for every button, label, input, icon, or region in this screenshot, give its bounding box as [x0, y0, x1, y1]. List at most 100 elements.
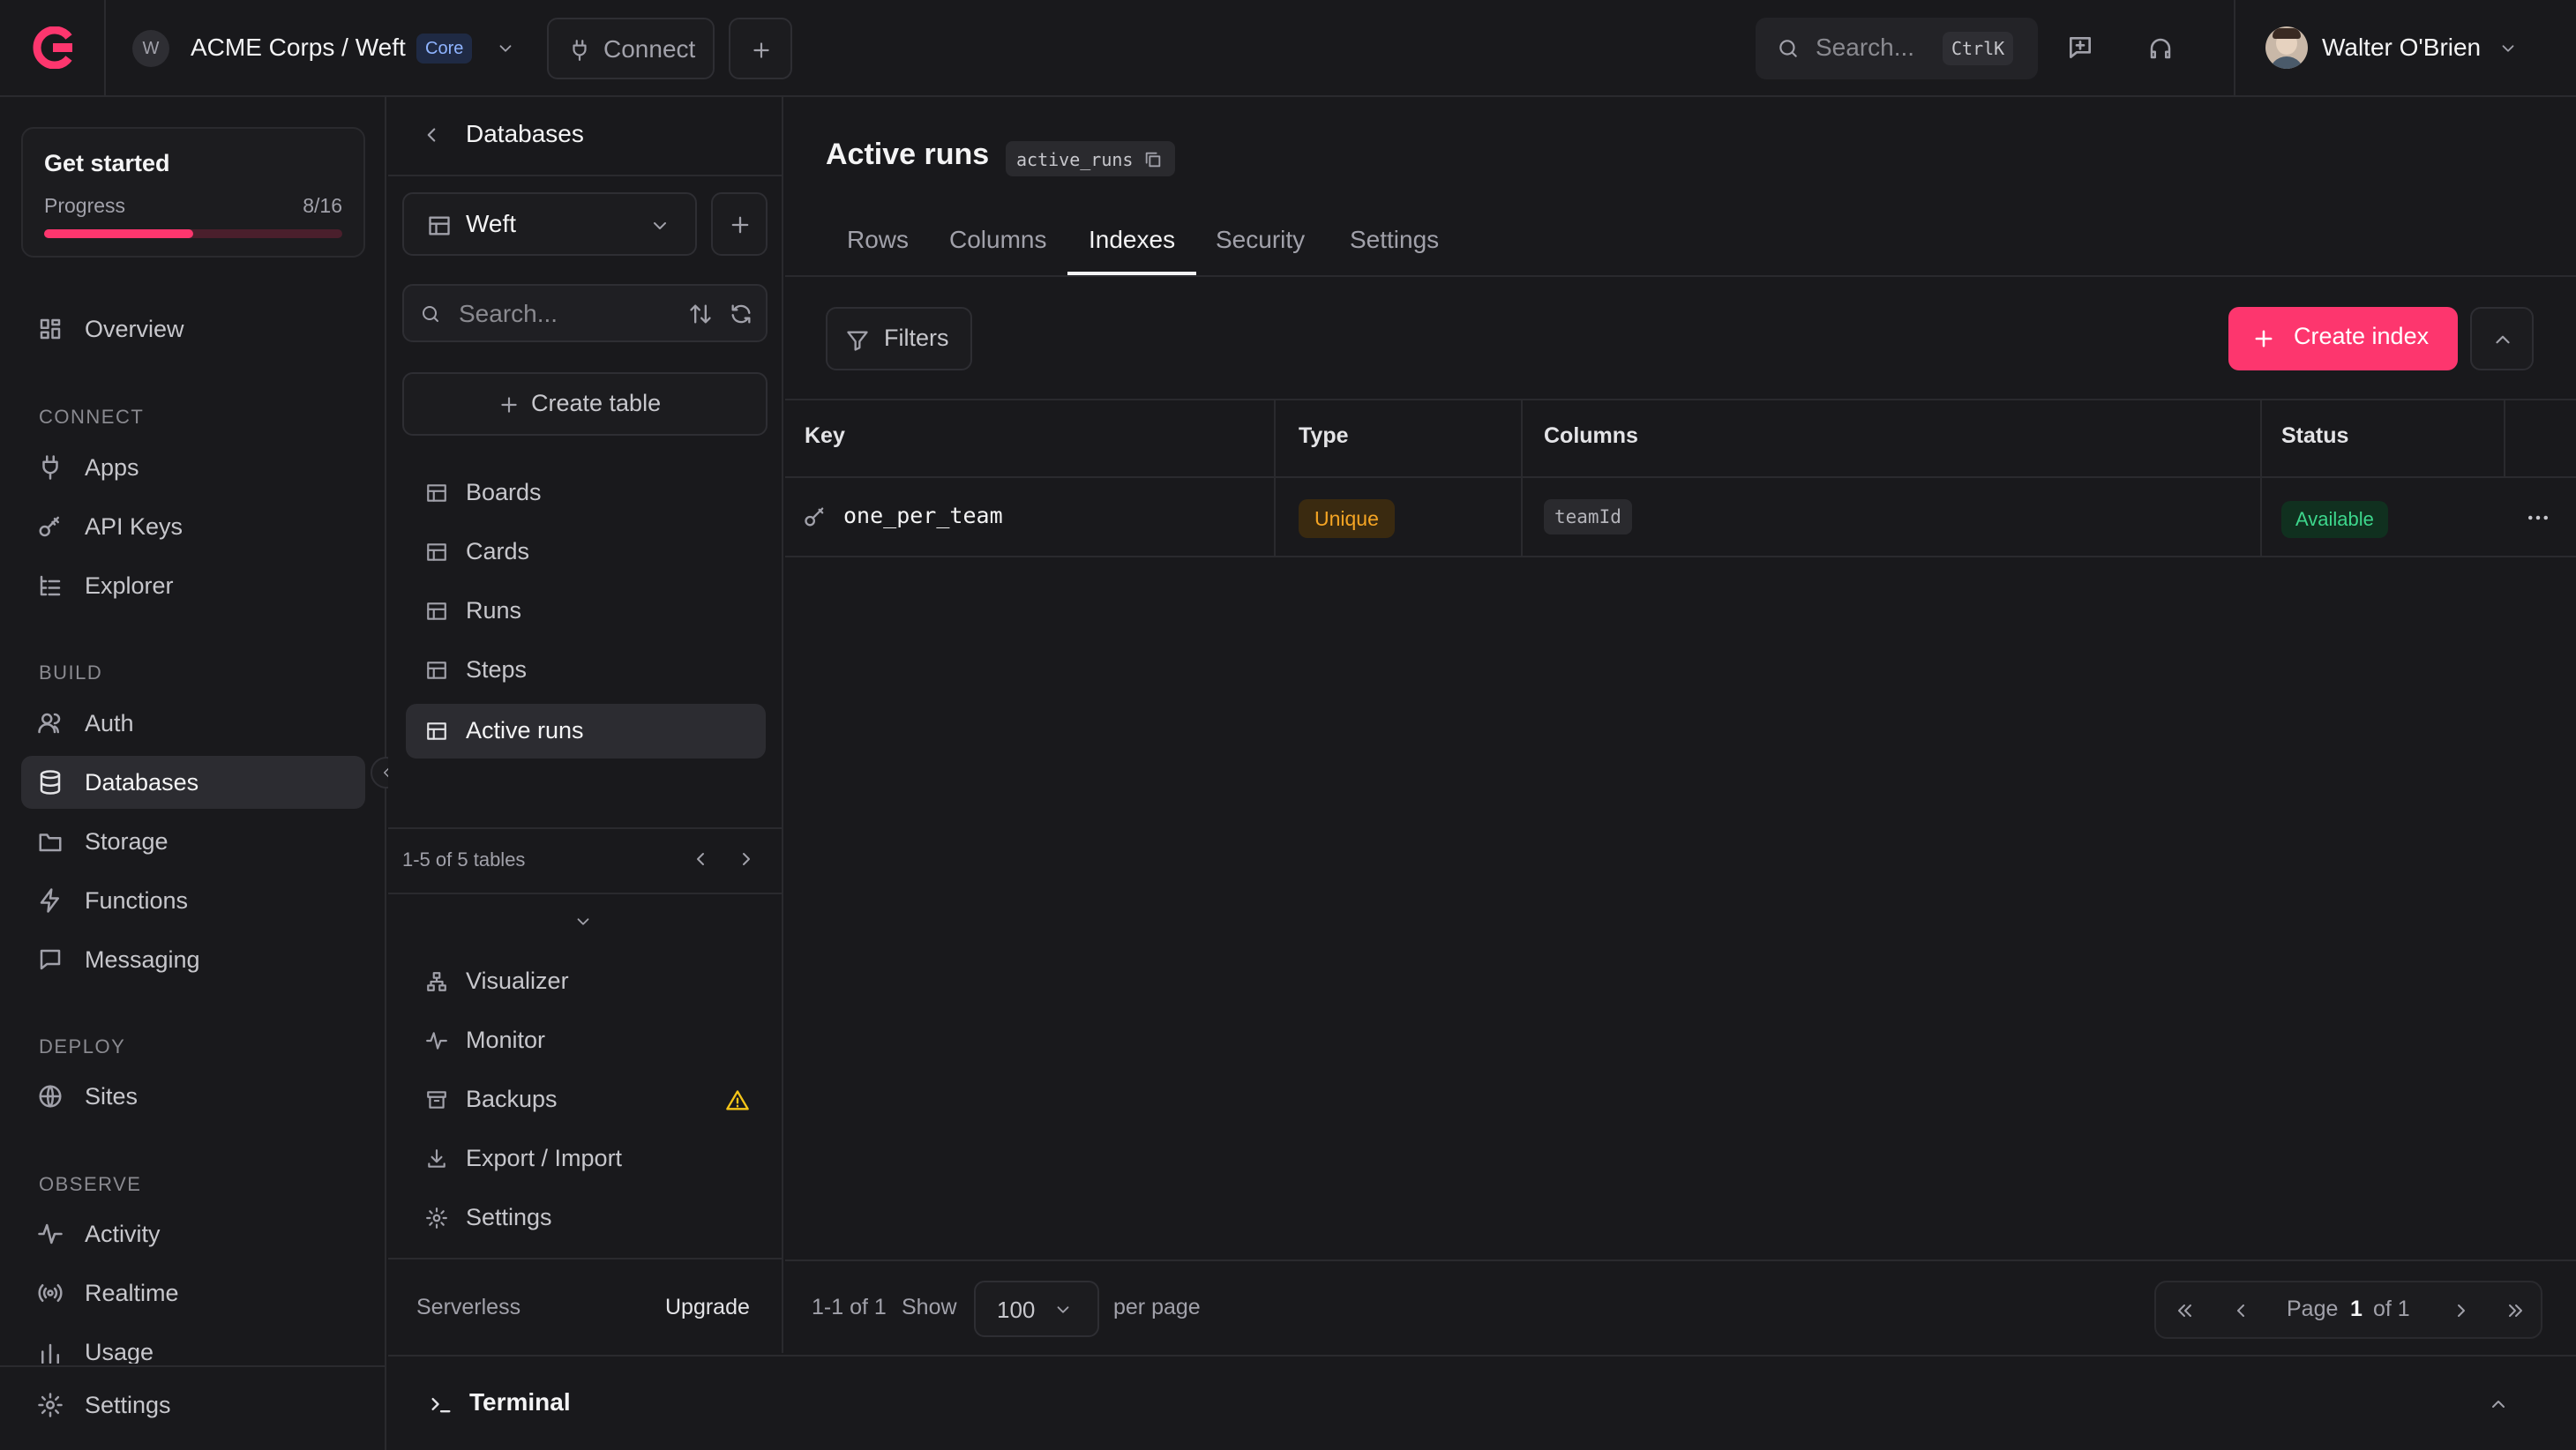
tab-indexes[interactable]: Indexes	[1089, 226, 1175, 254]
bolt-icon	[37, 887, 64, 914]
sidebar-item-functions[interactable]: Functions	[21, 874, 365, 927]
sidebar-item-explorer[interactable]: Explorer	[21, 559, 365, 612]
sidebar: Get started Progress 8/16 Overview CONNE…	[0, 97, 386, 1450]
plug-icon	[37, 454, 64, 481]
table-icon	[425, 659, 448, 682]
chevron-up-icon[interactable]	[2488, 1394, 2509, 1415]
column-header-status[interactable]: Status	[2281, 423, 2348, 449]
terminal-bar[interactable]: Terminal	[388, 1355, 2576, 1450]
add-button[interactable]	[729, 18, 792, 79]
tool-visualizer[interactable]: Visualizer	[406, 954, 766, 1009]
search-icon	[420, 303, 441, 325]
activity-icon	[37, 1221, 64, 1247]
column-header-type[interactable]: Type	[1299, 423, 1349, 449]
sidebar-item-storage[interactable]: Storage	[21, 815, 365, 868]
sort-icon[interactable]	[688, 302, 713, 326]
folder-icon	[37, 828, 64, 855]
table-item-runs[interactable]: Runs	[406, 584, 766, 639]
database-selector[interactable]: Weft	[402, 192, 697, 256]
table-row[interactable]: one_per_team Unique teamId Available	[785, 478, 2576, 556]
progress-bar	[44, 229, 342, 238]
tool-export-import[interactable]: Export / Import	[406, 1132, 766, 1186]
headset-icon[interactable]	[2147, 35, 2174, 62]
chevron-down-icon	[1053, 1300, 1073, 1319]
add-database-button[interactable]	[711, 192, 768, 256]
back-chevron-icon[interactable]	[420, 123, 443, 146]
feedback-icon[interactable]	[2066, 34, 2094, 62]
globe-icon	[37, 1083, 64, 1110]
gear-icon	[37, 1392, 64, 1418]
tab-columns[interactable]: Columns	[949, 226, 1046, 254]
table-icon	[427, 213, 452, 238]
plus-icon	[728, 213, 753, 237]
key-icon	[37, 513, 64, 540]
column-header-key[interactable]: Key	[805, 423, 845, 449]
chevron-down-icon	[2498, 39, 2518, 58]
filters-button[interactable]: Filters	[826, 307, 972, 370]
chevron-right-icon[interactable]	[736, 848, 757, 870]
column-chip: teamId	[1544, 499, 1632, 534]
global-search[interactable]: Search... CtrlK	[1756, 18, 2038, 79]
upgrade-link[interactable]: Upgrade	[665, 1295, 750, 1320]
tables-pagination: 1-5 of 5 tables	[402, 848, 526, 871]
tool-backups[interactable]: Backups	[406, 1073, 766, 1127]
tab-security[interactable]: Security	[1216, 226, 1305, 254]
status-badge: Available	[2281, 501, 2388, 538]
tool-monitor[interactable]: Monitor	[406, 1013, 766, 1068]
tab-settings[interactable]: Settings	[1350, 226, 1439, 254]
page-title: Active runs	[826, 138, 990, 171]
sidebar-item-sites[interactable]: Sites	[21, 1070, 365, 1123]
tab-rows[interactable]: Rows	[847, 226, 909, 254]
more-options-icon[interactable]	[2525, 505, 2551, 531]
first-page-icon[interactable]	[2174, 1300, 2195, 1321]
sidebar-item-realtime[interactable]: Realtime	[21, 1267, 365, 1319]
refresh-icon[interactable]	[729, 302, 753, 326]
tool-settings[interactable]: Settings	[406, 1191, 766, 1245]
create-table-button[interactable]: Create table	[402, 372, 768, 436]
chevron-left-icon[interactable]	[690, 848, 711, 870]
app-logo-icon[interactable]	[30, 26, 76, 69]
next-page-icon[interactable]	[2451, 1300, 2472, 1321]
sidebar-item-activity[interactable]: Activity	[21, 1207, 365, 1260]
table-search[interactable]: Search...	[402, 284, 768, 342]
list-tree-icon	[37, 572, 64, 599]
per-page-select[interactable]: 100	[974, 1281, 1099, 1337]
bar-chart-icon	[37, 1341, 64, 1364]
last-page-icon[interactable]	[2505, 1300, 2527, 1321]
table-icon	[425, 541, 448, 564]
copy-icon[interactable]	[1143, 150, 1163, 169]
terminal-icon	[429, 1392, 453, 1416]
project-selector[interactable]: W ACME Corps / Weft Core	[132, 26, 520, 71]
table-icon	[425, 482, 448, 505]
search-icon	[1777, 37, 1800, 60]
terminal-label: Terminal	[469, 1388, 571, 1416]
sidebar-item-databases[interactable]: Databases	[21, 756, 365, 809]
sidebar-item-apps[interactable]: Apps	[21, 441, 365, 494]
warning-icon	[725, 1088, 750, 1113]
create-index-button[interactable]: Create index	[2228, 307, 2458, 370]
chevron-down-icon[interactable]	[573, 912, 593, 931]
progress-fill	[44, 229, 193, 238]
table-item-boards[interactable]: Boards	[406, 466, 766, 520]
sidebar-item-api-keys[interactable]: API Keys	[21, 500, 365, 553]
archive-icon	[425, 1088, 448, 1111]
plan-badge: Core	[416, 34, 473, 64]
prev-page-icon[interactable]	[2230, 1300, 2251, 1321]
table-id-badge[interactable]: active_runs	[1006, 141, 1175, 176]
sidebar-item-usage[interactable]: Usage	[21, 1328, 365, 1364]
sidebar-item-messaging[interactable]: Messaging	[21, 933, 365, 986]
table-item-cards[interactable]: Cards	[406, 525, 766, 579]
sidebar-item-auth[interactable]: Auth	[21, 697, 365, 750]
get-started-card[interactable]: Get started Progress 8/16	[21, 127, 365, 258]
table-item-active-runs[interactable]: Active runs	[406, 704, 766, 759]
search-input[interactable]: Search...	[459, 300, 558, 328]
results-range: 1-1 of 1	[812, 1295, 887, 1319]
table-item-steps[interactable]: Steps	[406, 643, 766, 698]
user-menu[interactable]: Walter O'Brien	[2265, 25, 2530, 72]
connect-button[interactable]: Connect	[547, 18, 715, 79]
column-header-columns[interactable]: Columns	[1544, 423, 1638, 449]
current-page: 1	[2350, 1297, 2363, 1321]
sidebar-item-settings[interactable]: Settings	[21, 1379, 365, 1431]
sidebar-item-overview[interactable]: Overview	[21, 303, 365, 355]
collapse-toolbar-button[interactable]	[2470, 307, 2534, 370]
